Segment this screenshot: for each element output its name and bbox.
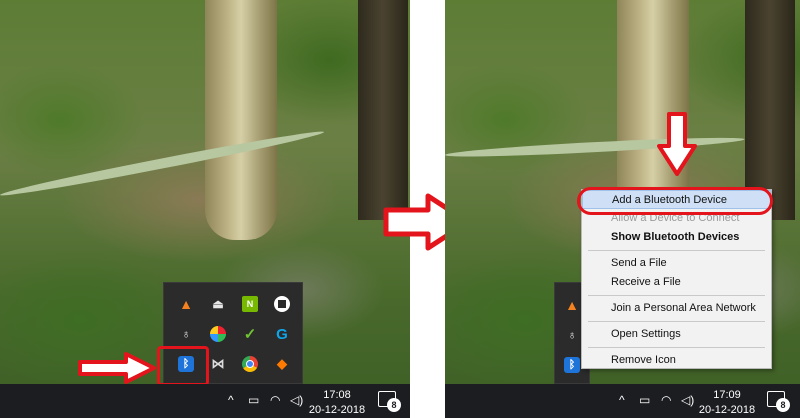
security-shield-icon [274,296,290,312]
wallpaper-dark-trunk [358,0,408,220]
avast-icon: ◆ [277,356,287,371]
menu-separator [588,295,765,296]
add-device-highlight-ring [577,187,773,215]
bluetooth-context-menu: Add a Bluetooth Device Allow a Device to… [577,187,773,370]
menu-item-receive-file[interactable]: Receive a File [582,273,771,292]
taskbar-clock[interactable]: 17:08 20-12-2018 [301,388,373,418]
action-center-icon[interactable]: 8 [767,391,790,412]
tray-icon-chrome[interactable] [234,349,266,379]
user-avatar-icon: ♁ [181,327,191,341]
menu-item-send-file[interactable]: Send a File [582,254,771,273]
tray-icon-user[interactable]: ♁ [170,319,202,349]
tray-icon-security[interactable] [266,289,298,319]
tray-icon-logitech[interactable]: G [266,319,298,349]
taskbar-clock[interactable]: 17:09 20-12-2018 [691,388,763,418]
usb-icon: ⏏ [212,297,224,311]
tray-icon-usb[interactable]: ⏏ [202,289,234,319]
menu-item-open-settings[interactable]: Open Settings [582,325,771,344]
battery-icon[interactable]: ▭ [248,393,259,407]
menu-separator [588,321,765,322]
wifi-icon[interactable]: ◠ [661,393,671,407]
taskbar: ^ ▭ ◠ ◁) 17:08 20-12-2018 8 [0,384,410,418]
color-app-icon [210,326,226,342]
action-center-icon[interactable]: 8 [378,391,401,412]
menu-separator [588,347,765,348]
menu-item-join-pan[interactable]: Join a Personal Area Network [582,299,771,318]
battery-icon[interactable]: ▭ [639,393,650,407]
tray-icon-nvidia[interactable]: N [234,289,266,319]
vlc-icon: ▲ [179,296,193,312]
wallpaper-tree-trunk [205,0,277,240]
vlc-icon[interactable]: ▲ [564,297,580,313]
taskbar: ^ ▭ ◠ ◁) 17:09 20-12-2018 8 [445,384,800,418]
bluetooth-icon[interactable]: ᛒ [564,357,580,373]
notification-count-badge: 8 [387,398,401,412]
clock-date: 20-12-2018 [698,404,756,416]
logitech-g-icon: G [276,325,288,343]
clock-time: 17:09 [713,389,741,401]
menu-item-show-bluetooth-devices[interactable]: Show Bluetooth Devices [582,228,771,247]
left-screenshot-panel: ▲ ⏏ N ♁ ✓ G ᛒ ⋈ ◆ ^ ▭ ◠ ◁) 17:08 20-12-2… [0,0,410,418]
user-avatar-icon[interactable]: ♁ [564,327,580,343]
show-hidden-icons-chevron-icon[interactable]: ^ [228,393,234,407]
tray-icon-avast[interactable]: ◆ [266,349,298,379]
chrome-icon [242,356,258,372]
down-arrow-icon [657,112,697,176]
menu-separator [588,250,765,251]
green-app-icon: ✓ [243,326,257,343]
tray-icon-vlc[interactable]: ▲ [170,289,202,319]
wifi-icon[interactable]: ◠ [270,393,280,407]
nvidia-icon: N [242,296,258,312]
pointer-arrow-icon [78,352,156,384]
media-icon: ⋈ [211,356,225,371]
clock-date: 20-12-2018 [308,404,366,416]
show-hidden-icons-chevron-icon[interactable]: ^ [619,393,625,407]
right-screenshot-panel: ▲ ♁ ᛒ Add a Bluetooth Device Allow a Dev… [445,0,800,418]
bluetooth-highlight-box [157,346,209,386]
tray-icon-color-app[interactable] [202,319,234,349]
tray-icon-green-app[interactable]: ✓ [234,319,266,349]
menu-item-remove-icon[interactable]: Remove Icon [582,351,771,370]
clock-time: 17:08 [323,389,351,401]
notification-count-badge: 8 [776,398,790,412]
